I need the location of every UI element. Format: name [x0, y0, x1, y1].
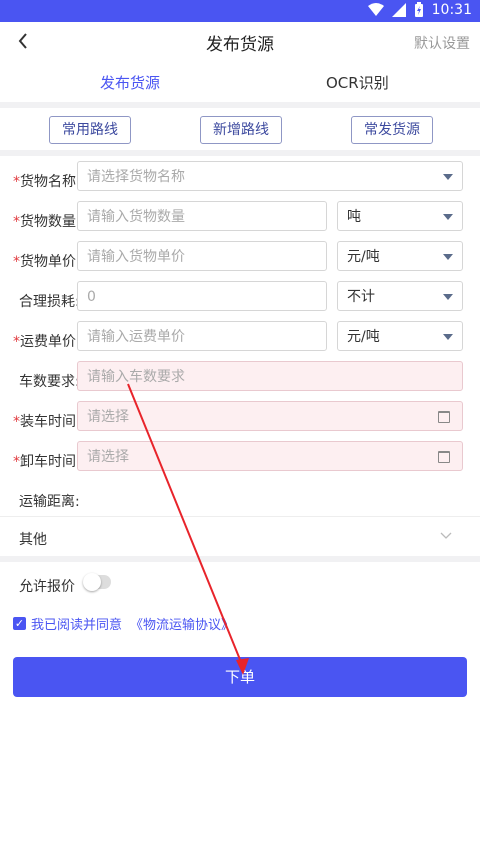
cargo-name-select[interactable]: 请选择货物名称	[77, 161, 463, 191]
tab-publish-cargo[interactable]: 发布货源	[84, 72, 176, 105]
submit-order-button[interactable]: 下单	[13, 657, 467, 697]
distance-label: 运输距离:	[19, 494, 80, 510]
agreement-link[interactable]: 《物流运输协议》	[130, 614, 234, 633]
unload-time-row: *卸车时间: 请选择	[0, 441, 480, 481]
divider	[0, 150, 480, 156]
cargo-price-label: *货物单价:	[13, 254, 81, 270]
calendar-icon	[438, 451, 450, 463]
dropdown-caret-icon	[443, 254, 453, 260]
agreement-text: 我已阅读并同意	[31, 618, 123, 633]
cargo-name-label: *货物名称:	[13, 174, 81, 190]
loss-label: 合理损耗:	[19, 294, 80, 310]
freight-price-unit-select[interactable]: 元/吨	[337, 321, 463, 351]
tab-ocr[interactable]: OCR识别	[326, 72, 389, 93]
dropdown-caret-icon	[443, 294, 453, 300]
allow-quote-toggle[interactable]	[83, 573, 111, 591]
cargo-price-unit-select[interactable]: 元/吨	[337, 241, 463, 271]
wifi-icon	[367, 3, 384, 16]
agreement-checkbox[interactable]: ✓	[13, 617, 26, 630]
divider	[0, 556, 480, 562]
agreement-row: ✓ 我已阅读并同意 《物流运输协议》	[13, 614, 234, 633]
chevron-down-icon	[440, 532, 452, 539]
cargo-quantity-input[interactable]: 请输入货物数量	[77, 201, 327, 231]
dropdown-caret-icon	[443, 214, 453, 220]
quick-buttons: 常用路线 新增路线 常发货源	[0, 108, 480, 150]
cargo-price-input[interactable]: 请输入货物单价	[77, 241, 327, 271]
unload-time-picker[interactable]: 请选择	[77, 441, 463, 471]
vehicle-requirement-row: 车数要求: 请输入车数要求	[0, 361, 480, 401]
load-time-row: *装车时间: 请选择	[0, 401, 480, 441]
cargo-quantity-unit-select[interactable]: 吨	[337, 201, 463, 231]
loss-input[interactable]: 0	[77, 281, 327, 311]
toggle-knob	[83, 573, 101, 591]
default-settings-button[interactable]: 默认设置	[414, 33, 470, 53]
cargo-quantity-label: *货物数量:	[13, 214, 81, 230]
allow-quote-label: 允许报价	[19, 579, 75, 595]
other-label: 其他	[19, 532, 47, 548]
battery-icon	[414, 2, 423, 17]
unload-time-label: *卸车时间:	[13, 454, 81, 470]
dropdown-caret-icon	[443, 174, 453, 180]
other-section[interactable]: 其他	[0, 516, 480, 557]
common-routes-button[interactable]: 常用路线	[49, 116, 131, 144]
frequent-cargo-button[interactable]: 常发货源	[351, 116, 433, 144]
calendar-icon	[438, 411, 450, 423]
load-time-picker[interactable]: 请选择	[77, 401, 463, 431]
signal-icon	[391, 3, 406, 17]
clock: 10:31	[431, 2, 472, 18]
freight-price-input[interactable]: 请输入运费单价	[77, 321, 327, 351]
navbar: 发布货源 默认设置	[0, 22, 480, 62]
tab-bar: 发布货源 OCR识别	[0, 62, 480, 105]
add-route-button[interactable]: 新增路线	[200, 116, 282, 144]
vehicle-requirement-input[interactable]: 请输入车数要求	[77, 361, 463, 391]
vehicle-requirement-label: 车数要求:	[19, 374, 80, 390]
cargo-name-row: *货物名称: 请选择货物名称	[0, 161, 480, 201]
distance-row: 运输距离:	[0, 481, 480, 521]
loss-row: 合理损耗: 0 不计	[0, 281, 480, 321]
page-title: 发布货源	[206, 35, 274, 55]
cargo-quantity-row: *货物数量: 请输入货物数量 吨	[0, 201, 480, 241]
load-time-label: *装车时间:	[13, 414, 81, 430]
dropdown-caret-icon	[443, 334, 453, 340]
status-bar: 10:31	[0, 0, 480, 22]
loss-unit-select[interactable]: 不计	[337, 281, 463, 311]
freight-price-row: *运费单价: 请输入运费单价 元/吨	[0, 321, 480, 361]
cargo-price-row: *货物单价: 请输入货物单价 元/吨	[0, 241, 480, 281]
freight-price-label: *运费单价:	[13, 334, 81, 350]
